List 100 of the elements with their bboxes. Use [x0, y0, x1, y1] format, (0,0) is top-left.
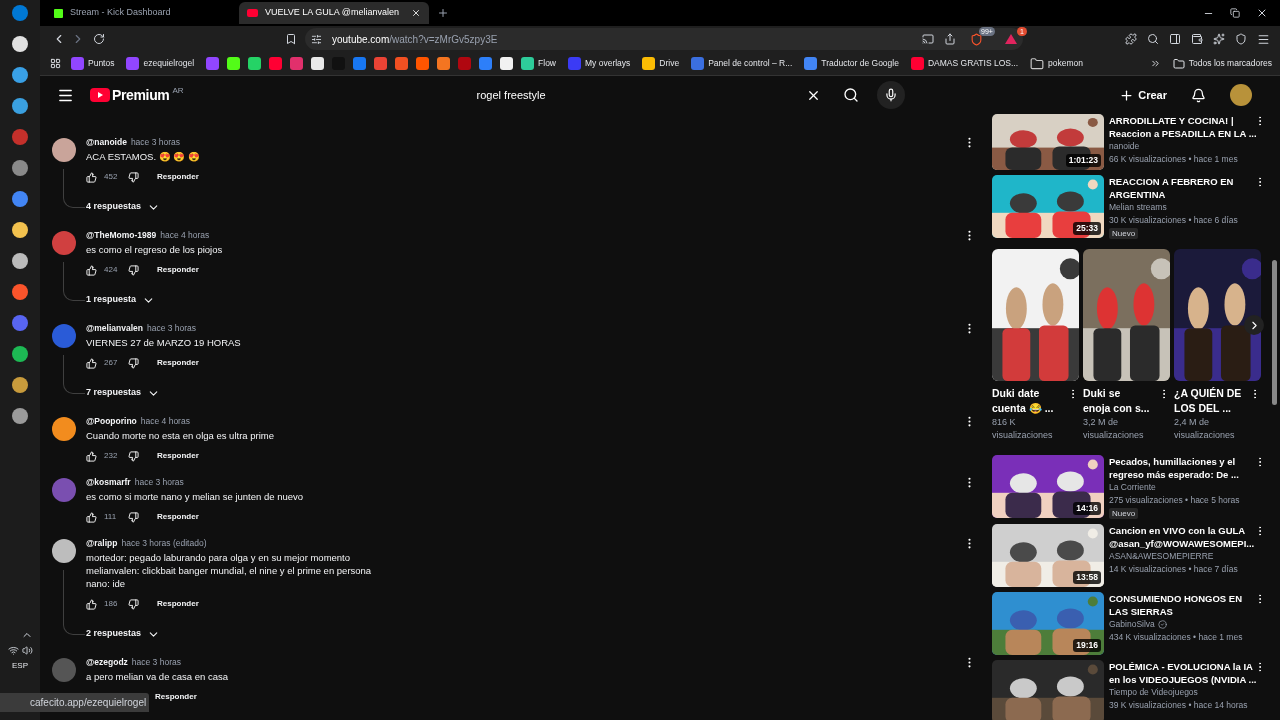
- channel-name[interactable]: nanoide: [1109, 140, 1140, 153]
- voice-search-button[interactable]: [876, 81, 905, 109]
- replies-toggle[interactable]: 2 respuestas: [86, 623, 161, 645]
- site-icon[interactable]: [311, 57, 325, 70]
- share-icon[interactable]: [944, 33, 956, 45]
- avatar[interactable]: [1230, 84, 1252, 106]
- bookmark-icon[interactable]: [285, 33, 297, 45]
- comment-author[interactable]: @ezegodz: [86, 656, 128, 669]
- video-title[interactable]: Pecados, humillaciones y el: [1109, 455, 1254, 468]
- speaker-icon[interactable]: [21, 645, 33, 656]
- channel-name[interactable]: La Corriente: [1109, 481, 1156, 494]
- shield-icon[interactable]: [970, 32, 983, 46]
- video-title[interactable]: Cancion en VIVO con la GULA: [1109, 524, 1254, 537]
- create-button[interactable]: Crear: [1119, 86, 1167, 104]
- app-icon[interactable]: [12, 67, 28, 83]
- site-icon[interactable]: [248, 57, 262, 70]
- dislike-icon[interactable]: [128, 264, 139, 276]
- app-icon[interactable]: [12, 377, 28, 393]
- replies-toggle[interactable]: 1 respuesta: [86, 289, 156, 311]
- short-title[interactable]: Duki se: [1083, 386, 1158, 401]
- video-title[interactable]: LAS SIERRAS: [1109, 605, 1254, 618]
- app-icon[interactable]: [12, 408, 28, 424]
- site-icon[interactable]: [437, 57, 451, 70]
- short-title[interactable]: Duki date: [992, 386, 1067, 401]
- channel-name[interactable]: Melian streams: [1109, 201, 1167, 214]
- vpn-icon[interactable]: [1235, 33, 1247, 45]
- short-title[interactable]: ¿A QUIÉN DE: [1174, 386, 1249, 401]
- comment-author[interactable]: @melianvalen: [86, 322, 143, 335]
- comment-time[interactable]: hace 4 horas: [160, 229, 210, 242]
- browser-tab[interactable]: Stream - Kick Dashboard: [46, 2, 236, 24]
- reply-button[interactable]: Responder: [157, 450, 199, 462]
- comment-author[interactable]: @ralipp: [86, 537, 118, 550]
- search-icon[interactable]: [1147, 33, 1159, 45]
- video-title[interactable]: CONSUMIENDO HONGOS EN: [1109, 592, 1254, 605]
- more-bookmarks-icon[interactable]: [1149, 58, 1161, 69]
- video-title[interactable]: ARGENTINA: [1109, 188, 1254, 201]
- like-icon[interactable]: [86, 450, 97, 462]
- bookmark-link[interactable]: pokemon: [1030, 56, 1083, 71]
- notifications-icon[interactable]: [1191, 87, 1206, 103]
- wallet-icon[interactable]: [1191, 33, 1203, 45]
- video-title[interactable]: regreso más esperado: De ...: [1109, 468, 1254, 481]
- scrollbar-thumb[interactable]: [1271, 260, 1277, 405]
- like-icon[interactable]: [86, 171, 97, 183]
- menu-icon[interactable]: [1257, 32, 1270, 46]
- dislike-icon[interactable]: [128, 357, 139, 369]
- bookmark-link[interactable]: Panel de control – R...: [691, 57, 793, 70]
- site-icon[interactable]: [227, 57, 241, 70]
- sparkle-icon[interactable]: [1213, 33, 1225, 45]
- avatar[interactable]: [52, 138, 76, 162]
- site-settings-icon[interactable]: [311, 33, 322, 45]
- like-icon[interactable]: [86, 264, 97, 276]
- site-icon[interactable]: [500, 57, 514, 70]
- reply-button[interactable]: Responder: [157, 357, 199, 369]
- reply-button[interactable]: Responder: [157, 598, 199, 610]
- comment-author[interactable]: @kosmarfr: [86, 476, 131, 489]
- network-icon[interactable]: [7, 645, 19, 656]
- replies-toggle[interactable]: 4 respuestas: [86, 196, 161, 218]
- bookmark-link[interactable]: My overlays: [568, 57, 631, 70]
- dislike-icon[interactable]: [128, 511, 139, 523]
- cast-icon[interactable]: [922, 33, 934, 45]
- bookmark-link[interactable]: Todos los marcadores: [1172, 57, 1272, 70]
- like-icon[interactable]: [86, 357, 97, 369]
- channel-name[interactable]: Tiempo de Videojuegos: [1109, 686, 1198, 699]
- app-icon[interactable]: [12, 36, 28, 52]
- reply-button[interactable]: Responder: [157, 264, 199, 276]
- app-icon[interactable]: [12, 98, 28, 114]
- extensions-icon[interactable]: [1125, 33, 1137, 45]
- sidebar-icon[interactable]: [1169, 33, 1181, 45]
- video-title[interactable]: REACCION A FEBRERO EN: [1109, 175, 1254, 188]
- apps-icon[interactable]: [50, 58, 61, 69]
- restore-icon[interactable]: [1230, 8, 1240, 18]
- comment-time[interactable]: hace 3 horas: [146, 322, 197, 335]
- avatar[interactable]: [52, 539, 76, 563]
- app-icon[interactable]: [12, 346, 28, 362]
- language-indicator[interactable]: ESP: [12, 660, 28, 672]
- like-icon[interactable]: [86, 511, 97, 523]
- comment-author[interactable]: @TheMomo-1989: [86, 229, 157, 242]
- comment-time[interactable]: hace 3 horas: [131, 656, 181, 669]
- dislike-icon[interactable]: [128, 450, 139, 462]
- reply-button[interactable]: Responder: [157, 511, 199, 523]
- bookmark-link[interactable]: Traductor de Google: [804, 57, 899, 70]
- comment-author[interactable]: @nanoide: [86, 136, 127, 149]
- comment-time[interactable]: hace 4 horas: [140, 415, 190, 428]
- video-title[interactable]: ARRODILLATE Y COCINA! |: [1109, 114, 1254, 127]
- bookmark-link[interactable]: ezequielrogel: [126, 57, 195, 70]
- browser-tab[interactable]: VUELVE LA GULA @melianvalen: [239, 2, 429, 24]
- channel-name[interactable]: ASAN&AWESOMEPIERRE: [1109, 550, 1214, 563]
- short-title[interactable]: enoja con s...: [1083, 401, 1158, 416]
- youtube-logo[interactable]: Premium AR: [90, 84, 184, 106]
- avatar[interactable]: [52, 417, 76, 441]
- short-title[interactable]: cuenta 😂 ...: [992, 401, 1067, 416]
- comment-time[interactable]: hace 3 horas (editado): [121, 537, 207, 550]
- bookmark-link[interactable]: DAMAS GRATIS LOS...: [910, 57, 1018, 70]
- dislike-icon[interactable]: [128, 171, 139, 183]
- close-icon[interactable]: [1256, 7, 1268, 19]
- bookmark-link[interactable]: Puntos: [71, 57, 115, 70]
- close-icon[interactable]: [411, 8, 421, 18]
- video-title[interactable]: @asan_yf@WOWAWESOMEPI...: [1109, 537, 1254, 550]
- reload-icon[interactable]: [93, 33, 105, 45]
- replies-toggle[interactable]: 7 respuestas: [86, 382, 161, 404]
